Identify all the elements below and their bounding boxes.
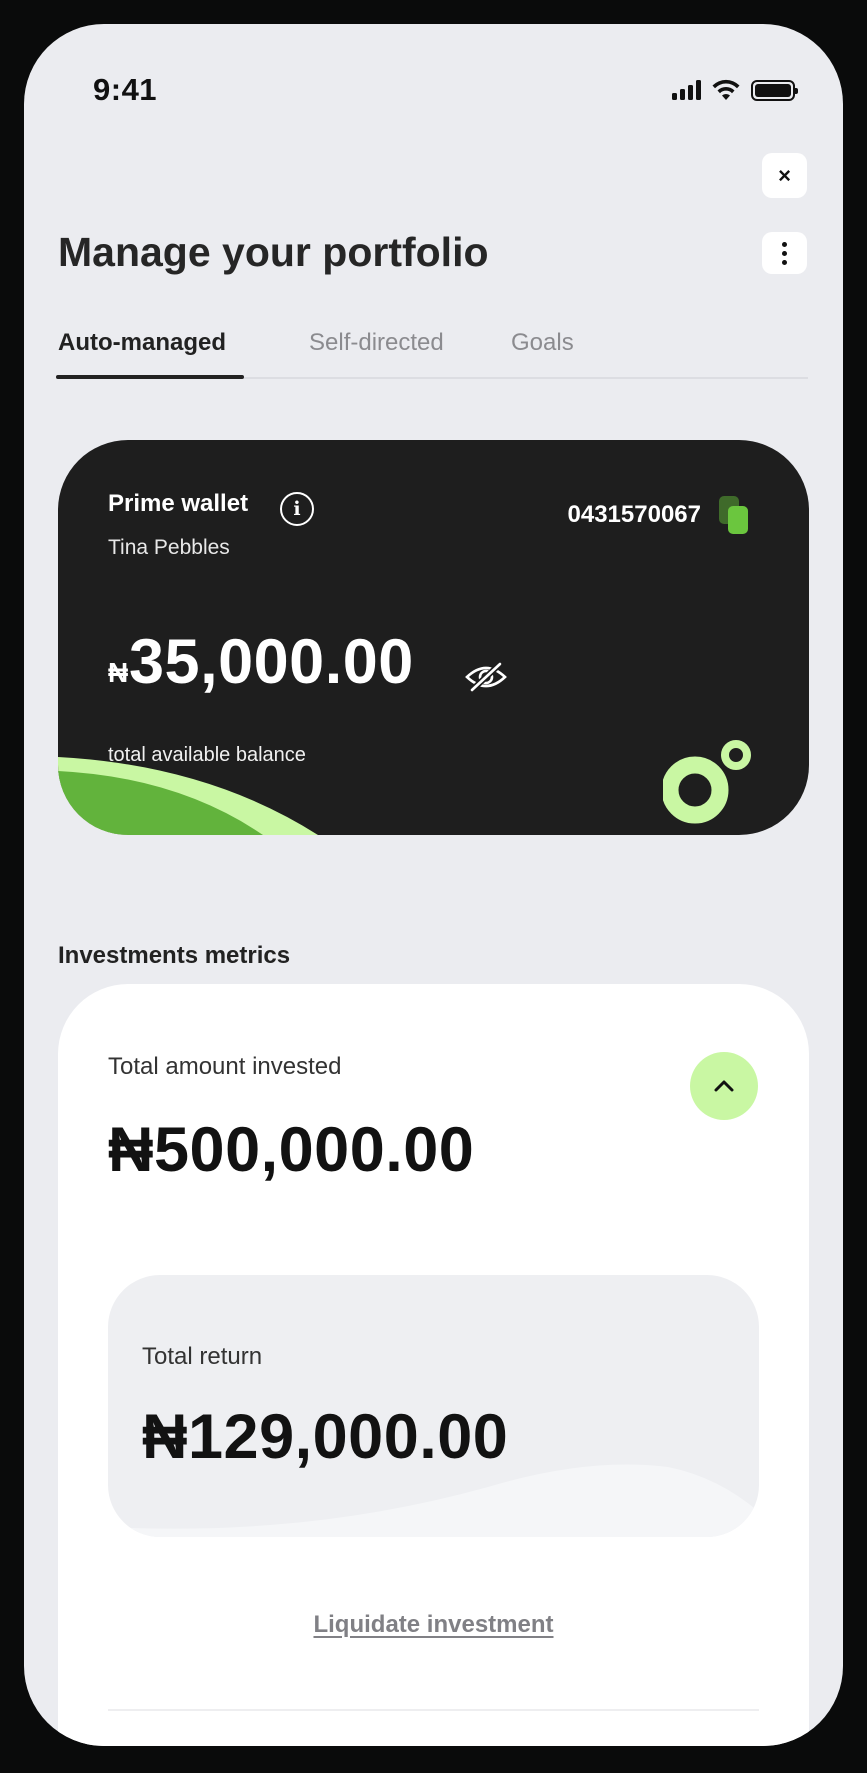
total-invested-value: ₦500,000.00 (108, 1115, 475, 1185)
phone-screen: 9:41 × Manage your portfolio Auto-manage… (24, 24, 843, 1746)
copy-icon[interactable] (719, 496, 749, 534)
tab-goals[interactable]: Goals (511, 329, 574, 357)
divider (108, 1709, 759, 1711)
currency-symbol: ₦ (108, 657, 129, 688)
battery-icon (751, 79, 798, 101)
account-number: 0431570067 (567, 501, 701, 528)
info-icon[interactable]: i (280, 492, 314, 526)
investment-metrics-card: Total amount invested ₦500,000.00 Total … (58, 984, 809, 1746)
section-title-metrics: Investments metrics (58, 942, 291, 969)
collapse-button[interactable] (690, 1052, 758, 1120)
more-vertical-icon (782, 241, 787, 247)
portfolio-tabs: Auto-managed Self-directed Goals (56, 329, 808, 379)
total-return-value: ₦129,000.00 (142, 1402, 509, 1472)
close-icon: × (778, 162, 791, 188)
wallet-card[interactable]: Prime wallet i Tina Pebbles 0431570067 ₦… (58, 440, 809, 835)
status-time: 9:41 (93, 72, 158, 107)
wallet-title: Prime wallet (108, 490, 249, 517)
wifi-icon (712, 79, 740, 100)
total-return-box: Total return ₦129,000.00 (108, 1275, 759, 1537)
tab-auto-managed[interactable]: Auto-managed (58, 329, 226, 357)
active-tab-indicator (56, 375, 244, 379)
wallet-balance: 35,000.00 (129, 627, 414, 697)
card-wave-decoration (58, 757, 318, 835)
status-icons (672, 79, 798, 101)
eye-off-icon[interactable] (464, 661, 508, 693)
chevron-up-icon (714, 1080, 734, 1092)
tab-self-directed[interactable]: Self-directed (309, 329, 444, 357)
liquidate-investment-link[interactable]: Liquidate investment (58, 1611, 809, 1639)
total-return-label: Total return (142, 1343, 263, 1370)
brand-logo-icon (663, 740, 751, 824)
cellular-signal-icon (672, 80, 701, 100)
close-button[interactable]: × (762, 153, 807, 198)
wallet-owner: Tina Pebbles (108, 536, 230, 559)
more-options-button[interactable] (762, 232, 807, 274)
page-title: Manage your portfolio (58, 229, 489, 275)
total-invested-label: Total amount invested (108, 1053, 342, 1080)
